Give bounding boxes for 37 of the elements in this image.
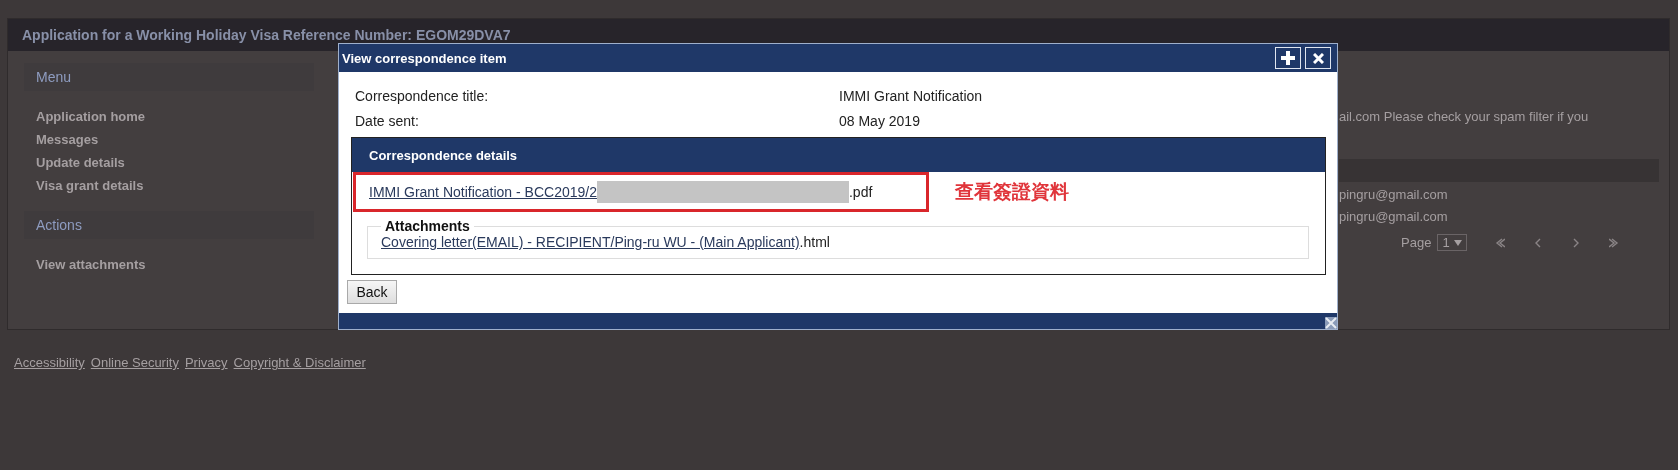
- notice-text: ail.com Please check your spam filter if you: [1339, 109, 1590, 126]
- field-label: Date sent:: [355, 112, 420, 131]
- dialog-title: View correspondence item: [342, 50, 507, 66]
- annotation-text: 查看簽證資料: [955, 180, 1069, 204]
- footer-link[interactable]: Privacy: [184, 355, 228, 370]
- sidebar-link[interactable]: Messages: [36, 128, 314, 151]
- sidebar-link[interactable]: View attachments: [36, 253, 314, 276]
- page-select[interactable]: 1: [1437, 234, 1467, 251]
- sidebar-heading: Actions: [24, 211, 314, 239]
- document-link[interactable]: IMMI Grant Notification - BCC2019/2: [369, 184, 597, 200]
- close-button[interactable]: [1305, 47, 1331, 69]
- sidebar-link[interactable]: Visa grant details: [36, 174, 314, 197]
- group-legend: Attachments: [381, 218, 474, 234]
- table-cell-text: pingru@gmail.com: [1339, 186, 1449, 204]
- back-button[interactable]: Back: [347, 280, 397, 304]
- field-label: Correspondence title:: [355, 87, 490, 106]
- maximize-button[interactable]: [1275, 47, 1301, 69]
- field-value: 08 May 2019: [839, 112, 921, 131]
- sidebar-heading: Menu: [24, 63, 314, 91]
- table-cell-text: pingru@gmail.com: [1339, 208, 1449, 226]
- footer-link[interactable]: Accessibility: [14, 355, 85, 370]
- file-extension: .pdf: [849, 184, 873, 200]
- panel-header: Correspondence details: [352, 138, 1325, 172]
- first-page-icon[interactable]: [1494, 237, 1505, 248]
- sidebar-link[interactable]: Application home: [36, 105, 314, 128]
- attachment-link[interactable]: Covering letter(EMAIL) - RECIPIENT/Ping-ru WU - (Main Applicant): [381, 234, 800, 250]
- sidebar-link[interactable]: Update details: [36, 151, 314, 174]
- pager-label: Page: [1401, 235, 1432, 250]
- footer-link[interactable]: Online Security: [90, 355, 179, 370]
- file-extension: .html: [799, 234, 830, 250]
- caret-icon: [1453, 239, 1462, 246]
- close-icon: [1312, 52, 1324, 64]
- field-value: IMMI Grant Notification: [839, 87, 984, 106]
- resize-icon[interactable]: [1325, 317, 1337, 329]
- plus-icon: [1281, 51, 1295, 65]
- footer-link[interactable]: Copyright & Disclaimer: [233, 355, 366, 370]
- last-page-icon[interactable]: [1608, 237, 1619, 248]
